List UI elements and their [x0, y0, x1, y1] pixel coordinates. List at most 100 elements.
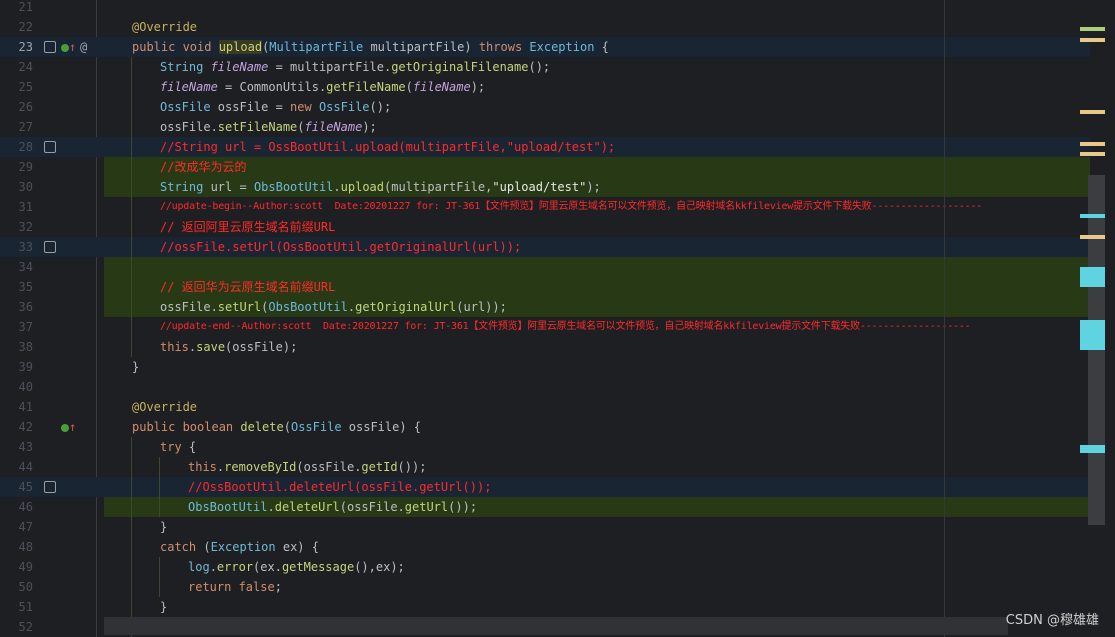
code-token: (ossFile);: [225, 340, 298, 354]
code-line[interactable]: 42 ↑ public boolean delete(OssFile ossFile…: [0, 417, 1115, 437]
line-number: 46: [18, 500, 33, 514]
code-line[interactable]: 31 //update-begin--Author:scott Date:2020…: [0, 197, 1115, 217]
code-text[interactable]: //OssBootUtil.deleteUrl(ossFile.getUrl()…: [188, 477, 491, 497]
override-up-icon[interactable]: ↑: [61, 37, 76, 57]
code-text[interactable]: log.error(ex.getMessage(),ex);: [188, 557, 405, 577]
code-text[interactable]: ObsBootUtil.deleteUrl(ossFile.getUrl());: [188, 497, 477, 517]
code-text[interactable]: OssFile ossFile = new OssFile();: [160, 97, 391, 117]
code-line[interactable]: 26 OssFile ossFile = new OssFile();: [0, 97, 1115, 117]
code-text[interactable]: @Override: [132, 397, 197, 417]
code-line[interactable]: 47}: [0, 517, 1115, 537]
code-text[interactable]: //update-begin--Author:scott Date:202012…: [160, 197, 982, 217]
code-line[interactable]: 25 fileName = CommonUtils.getFileName(fil…: [0, 77, 1115, 97]
code-text[interactable]: this.removeById(ossFile.getId());: [188, 457, 426, 477]
code-token: }: [160, 600, 168, 614]
code-text[interactable]: catch (Exception ex) {: [160, 537, 319, 557]
code-text[interactable]: public void upload(MultipartFile multipa…: [132, 37, 609, 57]
code-text[interactable]: }: [132, 357, 139, 377]
code-token: getUrl: [404, 500, 449, 514]
code-line[interactable]: 51}: [0, 597, 1115, 617]
indent-guide: [131, 297, 132, 317]
bookmark-checkbox-icon[interactable]: [44, 41, 56, 53]
vertical-scrollbar-thumb[interactable]: [1088, 175, 1105, 525]
code-token: setFileName: [217, 120, 298, 134]
code-text[interactable]: }: [160, 597, 167, 617]
override-up-icon[interactable]: ↑: [61, 417, 76, 437]
code-line[interactable]: 30 String url = ObsBootUtil.upload(multip…: [0, 177, 1115, 197]
code-line[interactable]: 48 catch (Exception ex) {: [0, 537, 1115, 557]
code-token: ossFile =: [217, 100, 291, 114]
code-line[interactable]: 29 //改成华为云的: [0, 157, 1115, 177]
code-text[interactable]: return false;: [188, 577, 282, 597]
code-line[interactable]: 45 //OssBootUtil.deleteUrl(ossFile.getUrl…: [0, 477, 1115, 497]
code-line[interactable]: 46 ObsBootUtil.deleteUrl(ossFile.getUrl()…: [0, 497, 1115, 517]
code-token: @Override: [132, 20, 198, 34]
code-line[interactable]: 23 ↑ @ public void upload(MultipartFile mul…: [0, 37, 1115, 57]
code-line[interactable]: 24 String fileName = multipartFile.getOri…: [0, 57, 1115, 77]
code-line[interactable]: 49 log.error(ex.getMessage(),ex);: [0, 557, 1115, 577]
code-token: (ossFile.: [296, 460, 362, 474]
code-text[interactable]: //String url = OssBootUtil.upload(multip…: [160, 137, 615, 157]
change-marker[interactable]: [1080, 445, 1105, 453]
at-icon[interactable]: @: [80, 37, 87, 57]
code-text[interactable]: public boolean delete(OssFile ossFile) {: [132, 417, 421, 437]
code-text[interactable]: // 返回阿里云原生域名前缀URL: [160, 217, 335, 237]
added-line-highlight: [104, 257, 1090, 277]
code-line[interactable]: 28 //String url = OssBootUtil.upload(mult…: [0, 137, 1115, 157]
code-line[interactable]: 40: [0, 377, 1115, 397]
code-text[interactable]: fileName = CommonUtils.getFileName(fileN…: [160, 77, 485, 97]
bookmark-checkbox-icon[interactable]: [44, 481, 56, 493]
change-marker[interactable]: [1080, 38, 1105, 42]
code-text[interactable]: @Override: [132, 17, 197, 37]
code-token: (),ex);: [354, 560, 405, 574]
indent-guide: [131, 157, 132, 177]
code-line[interactable]: 22 @Override: [0, 17, 1115, 37]
line-number: 34: [18, 260, 33, 274]
code-token: public boolean: [132, 420, 241, 434]
indent-guide: [131, 337, 132, 357]
code-line[interactable]: 44 this.removeById(ossFile.getId());: [0, 457, 1115, 477]
code-line[interactable]: 21: [0, 0, 1115, 17]
code-line[interactable]: 36 ossFile.setUrl(ObsBootUtil.getOriginal…: [0, 297, 1115, 317]
code-token: fileName: [412, 80, 471, 94]
change-marker[interactable]: [1080, 152, 1105, 156]
code-line[interactable]: 37 //update-end--Author:scott Date:202012…: [0, 317, 1115, 337]
code-text[interactable]: String fileName = multipartFile.getOrigi…: [160, 57, 550, 77]
code-text[interactable]: //update-end--Author:scott Date:20201227…: [160, 317, 971, 337]
code-text[interactable]: this.save(ossFile);: [160, 337, 297, 357]
code-line[interactable]: 39}: [0, 357, 1115, 377]
code-line[interactable]: 33 //ossFile.setUrl(OssBootUtil.getOrigin…: [0, 237, 1115, 257]
change-marker[interactable]: [1080, 320, 1105, 350]
bookmark-checkbox-icon[interactable]: [44, 141, 56, 153]
code-line[interactable]: 34: [0, 257, 1115, 277]
code-text[interactable]: String url = ObsBootUtil.upload(multipar…: [160, 177, 601, 197]
change-marker[interactable]: [1080, 27, 1105, 31]
code-line[interactable]: 35 // 返回华为云原生域名前缀URL: [0, 277, 1115, 297]
change-marker[interactable]: [1080, 214, 1105, 218]
code-token: new: [290, 100, 319, 114]
line-number: 45: [18, 480, 33, 494]
code-text[interactable]: }: [160, 517, 167, 537]
code-token: Exception: [210, 540, 283, 554]
code-token: //改成华为云的: [160, 160, 247, 174]
code-line[interactable]: 38 this.save(ossFile);: [0, 337, 1115, 357]
code-line[interactable]: 41 @Override: [0, 397, 1115, 417]
code-token: (url));: [456, 300, 507, 314]
change-marker[interactable]: [1080, 110, 1105, 114]
code-text[interactable]: ossFile.setFileName(fileName);: [160, 117, 377, 137]
change-marker[interactable]: [1080, 142, 1105, 146]
code-text[interactable]: // 返回华为云原生域名前缀URL: [160, 277, 335, 297]
change-marker[interactable]: [1080, 267, 1105, 287]
code-line[interactable]: 43 try {: [0, 437, 1115, 457]
bookmark-checkbox-icon[interactable]: [44, 241, 56, 253]
code-line[interactable]: 50 return false;: [0, 577, 1115, 597]
code-text[interactable]: try {: [160, 437, 196, 457]
code-text[interactable]: ossFile.setUrl(ObsBootUtil.getOriginalUr…: [160, 297, 507, 317]
horizontal-scrollbar[interactable]: [104, 617, 1008, 635]
code-line[interactable]: 27 ossFile.setFileName(fileName);: [0, 117, 1115, 137]
indent-guide: [131, 277, 132, 297]
change-marker[interactable]: [1080, 235, 1105, 239]
code-text[interactable]: //改成华为云的: [160, 157, 246, 177]
code-text[interactable]: //ossFile.setUrl(OssBootUtil.getOriginal…: [160, 237, 521, 257]
code-line[interactable]: 32 // 返回阿里云原生域名前缀URL: [0, 217, 1115, 237]
